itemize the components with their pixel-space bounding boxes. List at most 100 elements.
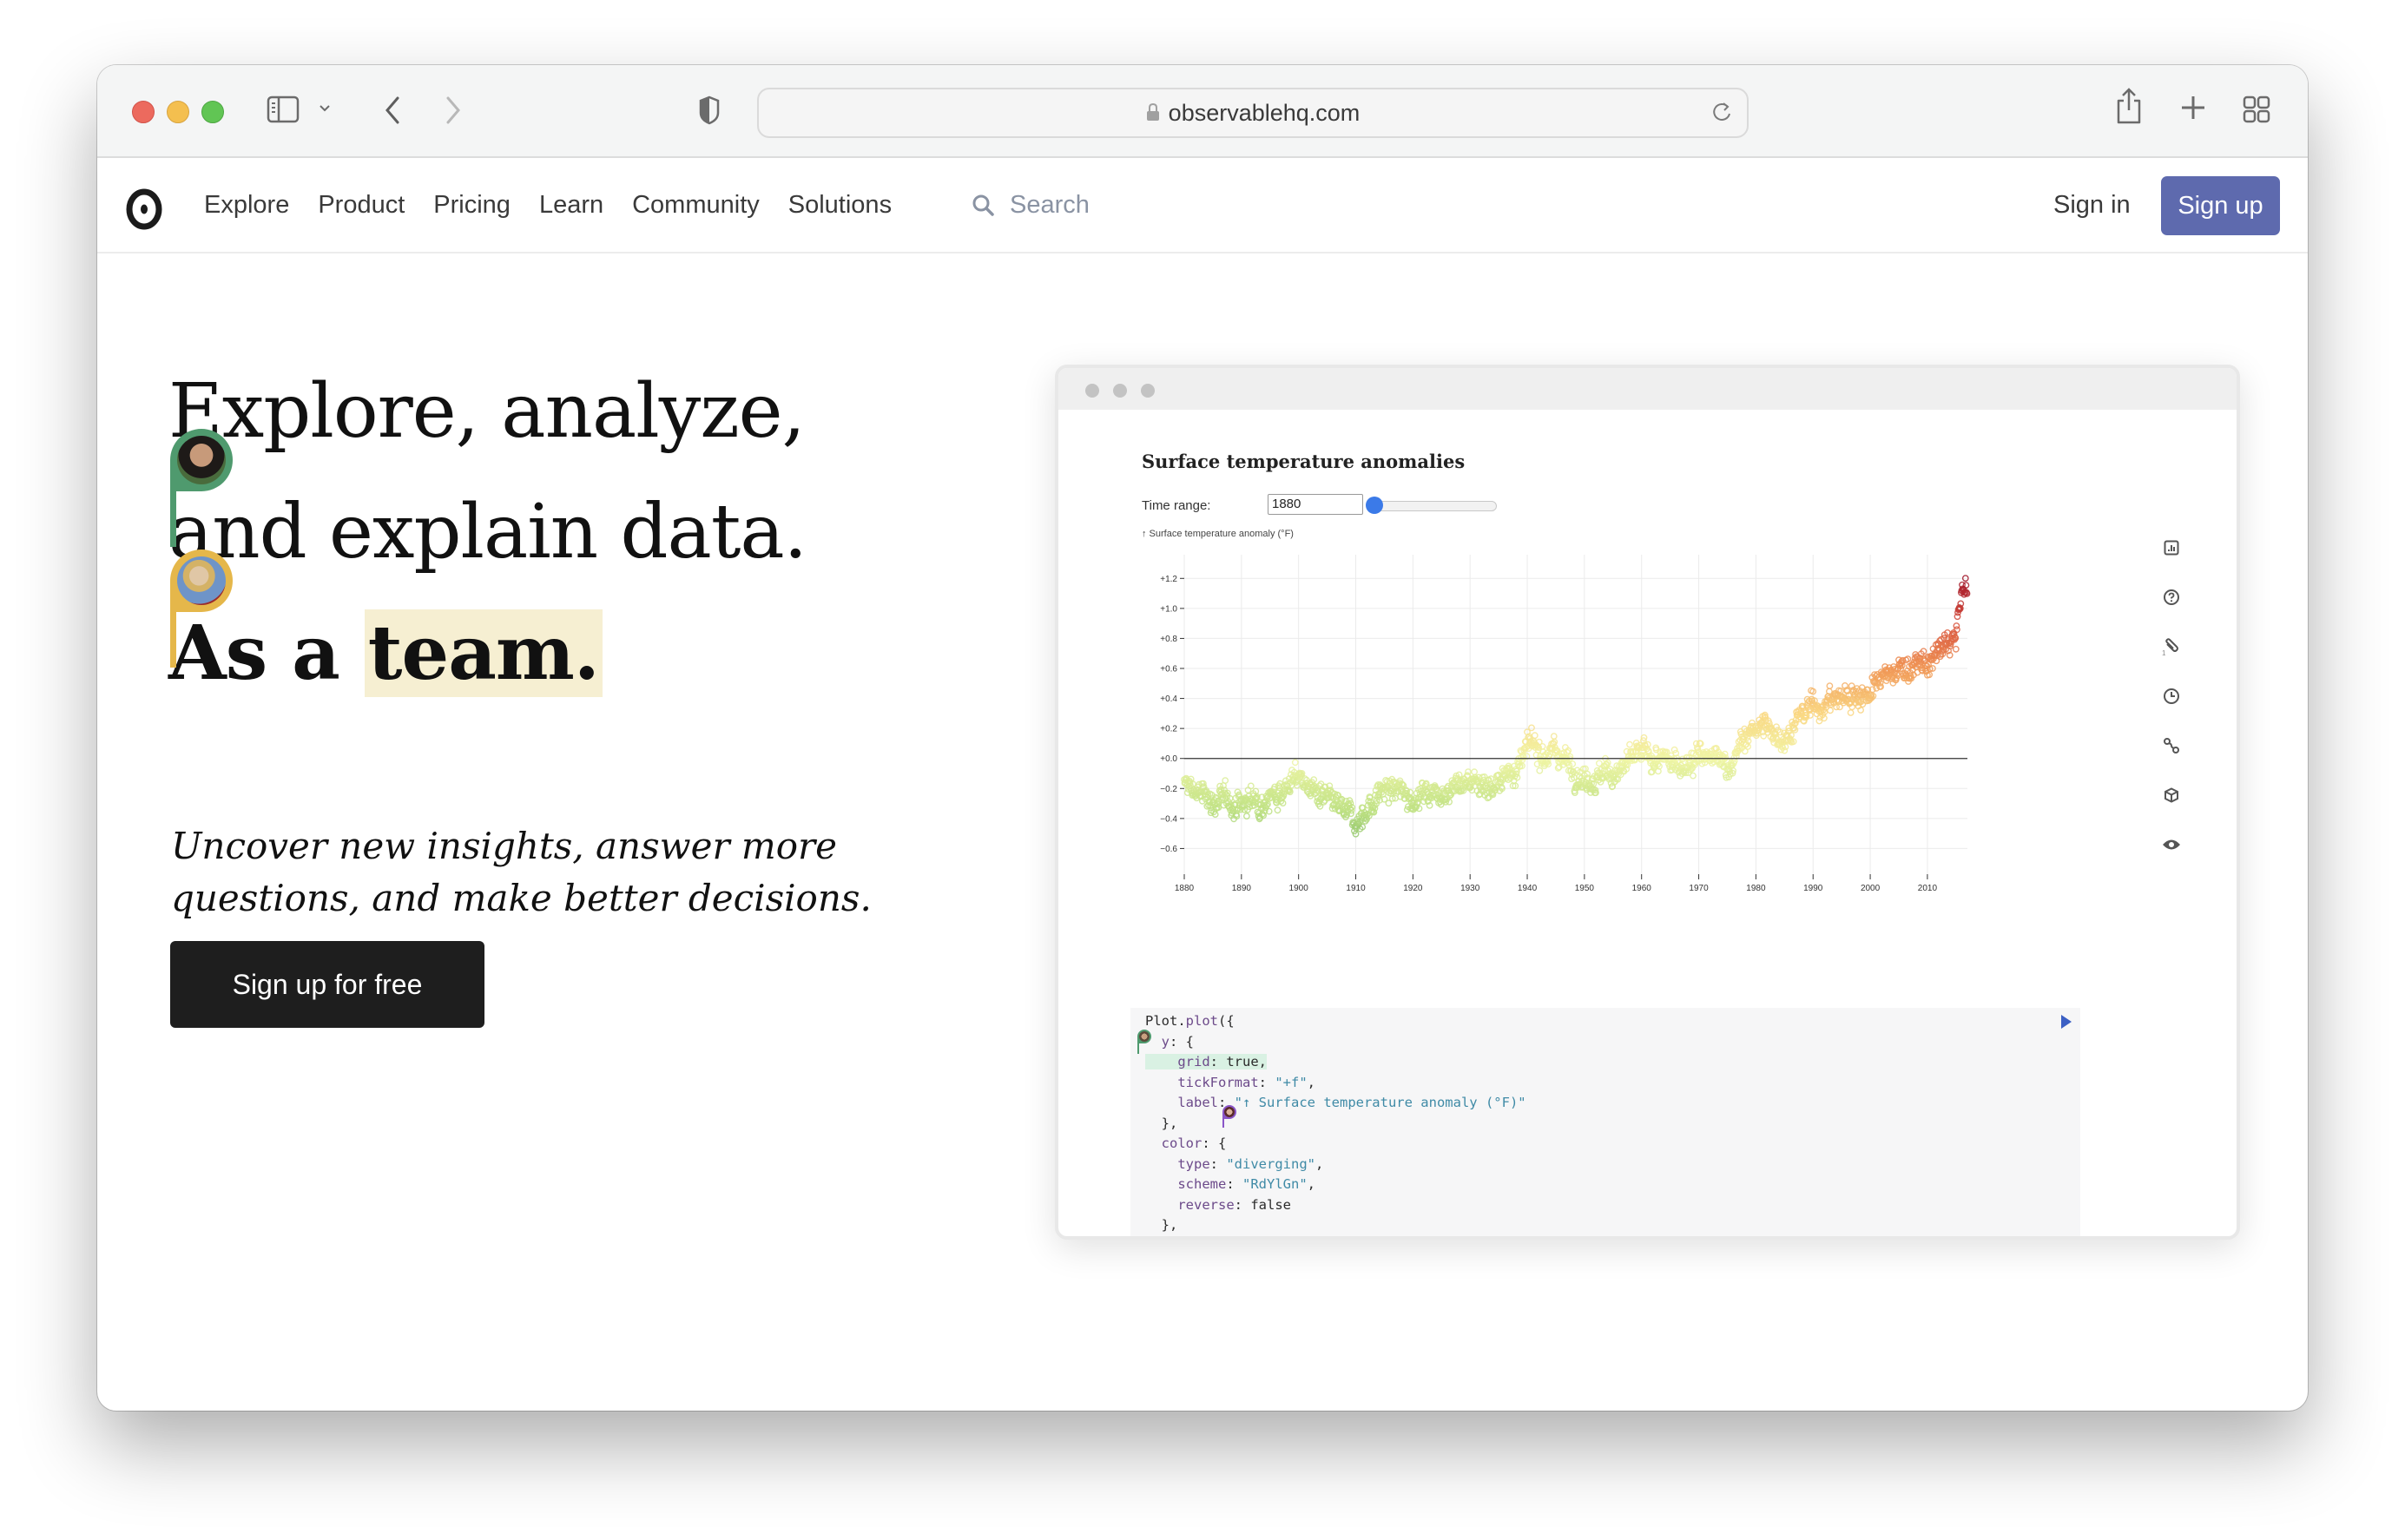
collaborator-cursor-yellow [170,550,233,671]
code-token: grid [1145,1054,1210,1069]
search-input[interactable]: Search [972,158,1090,252]
data-point [1826,682,1834,689]
search-icon [972,194,994,216]
connector-icon[interactable] [2161,735,2182,756]
code-token: "+f" [1275,1074,1308,1090]
x-tick-label: 1880 [1175,884,1195,893]
y-tick-label: +1.2 [1160,575,1177,584]
code-token: "↑ Surface temperature anomaly (°F)" [1234,1095,1526,1110]
code-token: }, [1145,1217,1178,1233]
browser-window: observablehq.com Explore Product Pricing… [97,65,2308,1411]
data-point [1242,813,1250,819]
data-point [1827,707,1834,714]
x-tick-label: 1900 [1289,884,1309,893]
code-token: scheme [1145,1176,1227,1192]
y-tick-label: +0.0 [1160,754,1177,764]
code-line: label: "↑ Surface temperature anomaly (°… [1145,1095,1526,1110]
code-token: ({ [1218,1013,1235,1029]
x-tick-label: 1990 [1803,884,1823,893]
sign-up-button[interactable]: Sign up [2161,176,2280,235]
back-icon[interactable] [379,95,405,126]
data-point [1471,768,1478,776]
new-tab-icon[interactable] [2178,93,2208,122]
code-token: reverse [1145,1196,1235,1213]
code-token: . [1177,1013,1186,1029]
avatar [177,436,226,484]
code-line: scheme: "RdYlGn", [1145,1176,1315,1192]
tab-overview-icon[interactable] [2242,95,2271,124]
nav-link-community[interactable]: Community [632,191,760,220]
code-line: Plot.plot({ [1145,1013,1235,1029]
code-line: marks: [ [1145,1238,1226,1241]
code-cell[interactable]: Plot.plot({ y: { grid: true, tickFormat:… [1130,1008,2080,1241]
observable-logo[interactable] [126,188,162,230]
nav-links: Explore Product Pricing Learn Community … [204,158,920,252]
chart-title: Surface temperature anomalies [1142,451,1466,472]
address-bar[interactable]: observablehq.com [757,88,1749,138]
code-token: : [1209,1155,1227,1172]
code-line: tickFormat: "+f", [1145,1075,1315,1090]
nav-link-product[interactable]: Product [318,191,405,220]
y-tick-label: +0.2 [1160,725,1177,734]
avatar [177,556,226,605]
code-token: : [1258,1074,1275,1090]
hero-title: Explore, analyze, and explain data. As a… [168,352,807,714]
code-token: , [1307,1176,1315,1192]
x-tick-label: 2010 [1918,884,1938,893]
code-line: color: { [1145,1135,1227,1151]
shield-icon[interactable] [696,93,722,128]
code-token: "diverging" [1226,1155,1315,1172]
sidebar-icon[interactable] [267,95,300,123]
y-tick-label: +1.0 [1160,604,1177,614]
browser-toolbar: observablehq.com [97,65,2308,158]
hero-line-3: As a team. [168,550,807,714]
paperclip-icon[interactable]: 1 [2161,636,2182,657]
eye-icon[interactable] [2161,834,2182,855]
data-point [1550,733,1558,740]
code-token: color [1145,1135,1202,1151]
time-range-input[interactable]: 1880 [1268,494,1363,515]
code-token: : false [1234,1196,1291,1213]
code-token: : true, [1209,1054,1267,1069]
nav-link-learn[interactable]: Learn [539,191,603,220]
hero-line-2: and explain data. [168,429,807,593]
code-token: : { [1170,1033,1194,1050]
data-point [1954,626,1960,634]
close-window-button[interactable] [132,101,155,123]
x-tick-label: 1920 [1403,884,1423,893]
nav-link-explore[interactable]: Explore [204,191,289,220]
avatar [1139,1031,1150,1042]
y-tick-label: +0.6 [1160,665,1177,675]
x-tick-label: 1890 [1232,884,1252,893]
chevron-down-icon[interactable] [316,100,333,117]
history-icon[interactable] [2161,686,2182,707]
reload-icon[interactable] [1710,100,1735,124]
x-tick-label: 1970 [1689,884,1709,893]
minimize-window-button[interactable] [167,101,189,123]
help-icon[interactable] [2161,587,2182,608]
run-cell-button[interactable] [2061,1015,2072,1029]
sign-up-free-button[interactable]: Sign up for free [170,941,484,1028]
forward-icon[interactable] [440,95,466,126]
code-line: type: "diverging", [1145,1156,1323,1172]
zoom-window-button[interactable] [201,101,224,123]
data-point [1528,724,1535,732]
time-range-slider-thumb[interactable] [1366,497,1383,514]
code-line: }, [1145,1217,1178,1233]
y-tick-label: +0.4 [1160,694,1177,704]
code-token: marks [1145,1238,1202,1241]
code-token: }, [1145,1115,1178,1131]
nav-link-solutions[interactable]: Solutions [788,191,892,220]
code-line: grid: true, [1145,1054,1267,1069]
data-point [1291,759,1299,767]
time-range-slider[interactable] [1367,501,1497,511]
y-axis-label: ↑ Surface temperature anomaly (°F) [1142,529,1294,539]
share-icon[interactable] [2113,84,2145,128]
chart-icon[interactable] [2161,537,2182,558]
code-token: label [1145,1095,1218,1110]
cube-icon[interactable] [2161,785,2182,806]
nav-link-pricing[interactable]: Pricing [433,191,511,220]
highlighted-word: team. [364,609,603,697]
data-point [1690,772,1697,780]
sign-in-link[interactable]: Sign in [2053,158,2131,252]
